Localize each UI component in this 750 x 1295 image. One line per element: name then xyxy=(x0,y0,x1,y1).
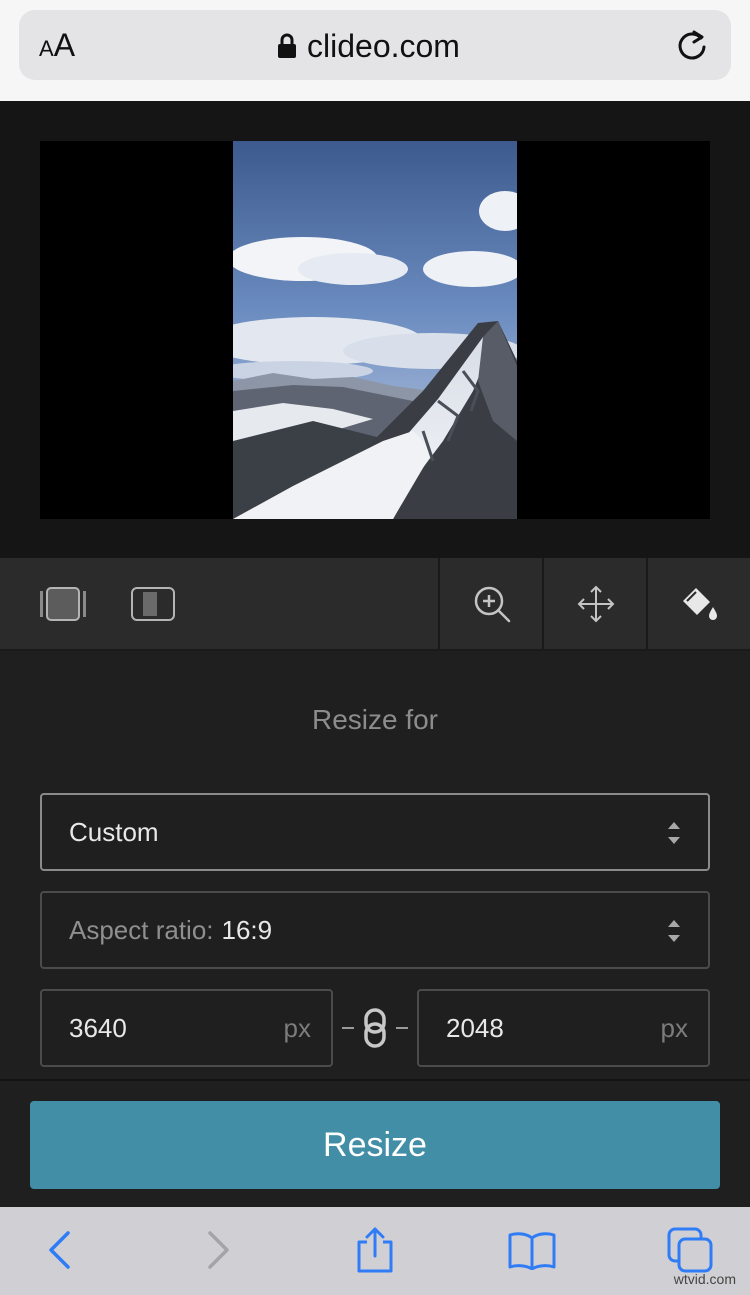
link-dimensions-toggle[interactable] xyxy=(340,1008,410,1048)
text-size-large-a: A xyxy=(53,27,76,63)
reload-icon[interactable] xyxy=(675,28,709,62)
chevron-left-icon xyxy=(49,1231,70,1269)
width-value: 3640 xyxy=(69,1012,127,1043)
resize-settings: Resize for Custom Aspect ratio: 16:9 364… xyxy=(0,651,750,1079)
paint-bucket-icon xyxy=(683,587,717,620)
fill-frame-icon xyxy=(131,586,175,621)
address-bar[interactable]: AA clideo.com xyxy=(19,10,731,80)
height-input[interactable]: 2048 px xyxy=(417,989,710,1067)
browser-top-bar: AA clideo.com xyxy=(0,0,750,101)
tabs-button[interactable] xyxy=(666,1227,714,1273)
width-input[interactable]: 3640 px xyxy=(40,989,333,1067)
share-icon xyxy=(357,1227,393,1273)
lock-icon xyxy=(278,33,296,58)
zoom-in-icon xyxy=(474,586,510,622)
aspect-ratio-select[interactable]: Aspect ratio: 16:9 xyxy=(40,891,710,969)
height-value: 2048 xyxy=(446,1012,504,1043)
video-frame xyxy=(233,141,517,519)
preset-value: Custom xyxy=(69,816,159,847)
fill-frame-button[interactable] xyxy=(110,558,196,649)
select-arrows-icon xyxy=(668,920,680,942)
background-color-button[interactable] xyxy=(646,558,750,649)
mountain-image xyxy=(233,141,517,519)
chain-link-icon xyxy=(342,1008,408,1048)
url-text: clideo.com xyxy=(307,27,460,64)
video-stage xyxy=(0,101,750,558)
bookmarks-button[interactable] xyxy=(506,1227,558,1273)
select-arrows-icon xyxy=(668,822,680,844)
height-unit: px xyxy=(660,1012,688,1043)
resize-button[interactable]: Resize xyxy=(30,1101,720,1189)
action-footer: Resize xyxy=(0,1079,750,1207)
resize-for-heading: Resize for xyxy=(311,704,439,735)
zoom-button[interactable] xyxy=(438,558,543,649)
text-size-small-a: A xyxy=(39,36,54,61)
chevron-right-icon xyxy=(208,1231,229,1269)
aspect-ratio-label: Aspect ratio: xyxy=(69,914,214,945)
fit-frame-icon xyxy=(40,586,86,621)
width-unit: px xyxy=(283,1012,311,1043)
book-icon xyxy=(508,1232,556,1270)
editor-toolbar xyxy=(0,558,750,651)
aspect-ratio-value: 16:9 xyxy=(221,914,273,945)
watermark: wtvid.com xyxy=(673,1271,736,1287)
back-button[interactable] xyxy=(36,1227,82,1273)
fit-frame-button[interactable] xyxy=(20,558,106,649)
move-button[interactable] xyxy=(542,558,647,649)
move-icon xyxy=(577,585,614,622)
forward-button[interactable] xyxy=(196,1227,242,1273)
tabs-icon xyxy=(667,1227,713,1273)
text-size-button[interactable]: AA xyxy=(39,28,75,66)
video-canvas xyxy=(40,141,710,519)
url-display[interactable]: clideo.com xyxy=(277,26,460,66)
share-button[interactable] xyxy=(352,1227,398,1273)
preset-select[interactable]: Custom xyxy=(40,793,710,871)
browser-bottom-bar: wtvid.com xyxy=(0,1207,750,1295)
